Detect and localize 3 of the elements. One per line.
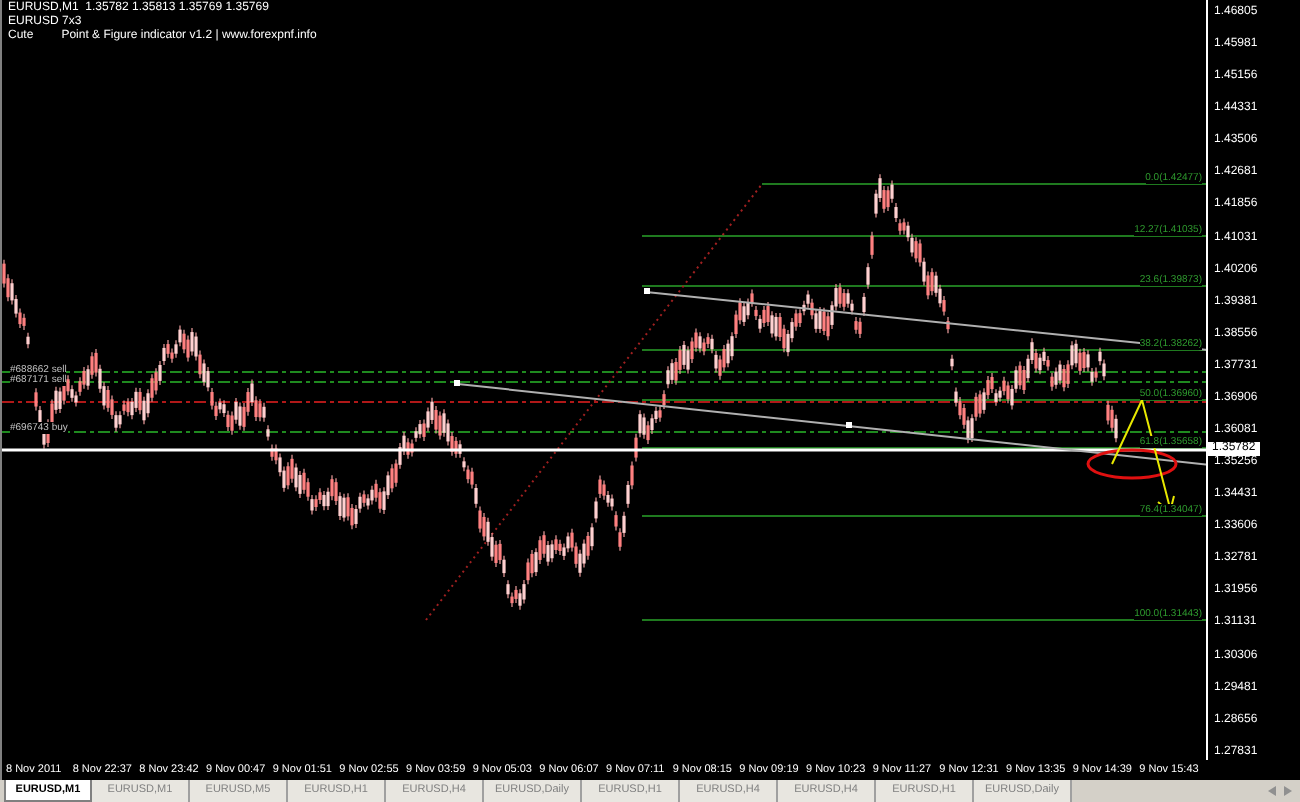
scroll-left-icon[interactable] xyxy=(1268,786,1276,796)
scroll-right-icon[interactable] xyxy=(1284,786,1292,796)
circle-annotation xyxy=(1086,448,1178,480)
